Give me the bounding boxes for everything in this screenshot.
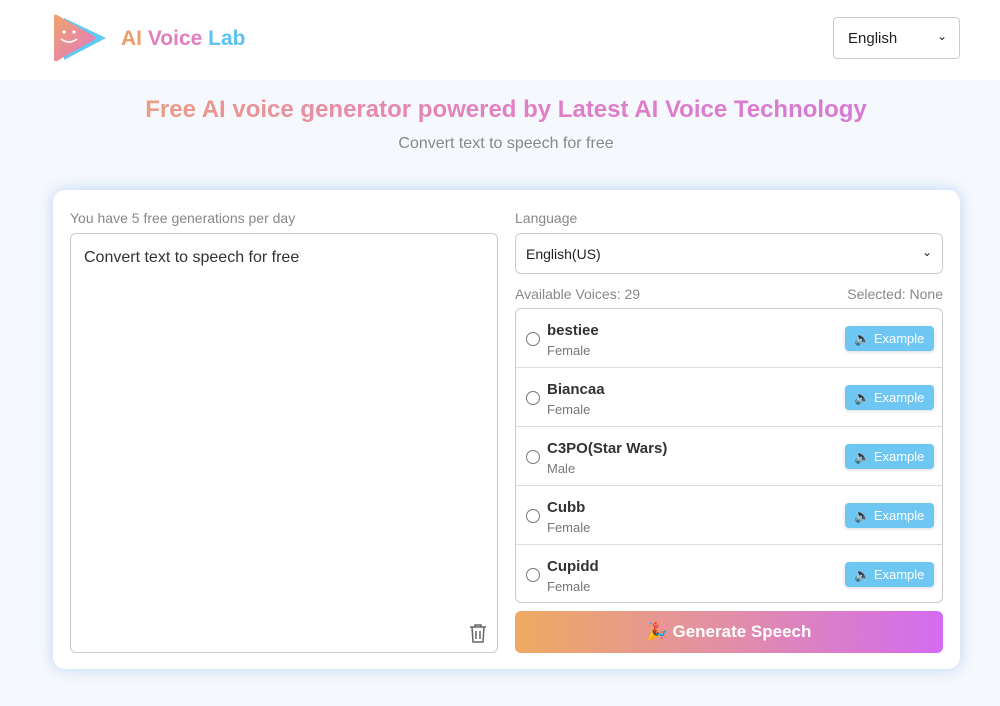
voice-radio[interactable] <box>526 391 540 405</box>
voice-name: C3PO(Star Wars) <box>547 440 668 457</box>
voice-radio[interactable] <box>526 568 540 582</box>
generate-speech-button[interactable]: 🎉 Generate Speech <box>515 611 943 653</box>
voice-gender: Male <box>547 461 576 476</box>
site-language-value: English <box>848 30 898 47</box>
text-input[interactable]: Convert text to speech for free <box>70 233 498 653</box>
voice-name: Biancaa <box>547 381 605 398</box>
voice-name: Cubb <box>547 499 586 516</box>
example-label: Example <box>873 449 925 464</box>
chevron-down-icon: ⌄ <box>921 245 932 259</box>
voice-item[interactable]: Cupidd Female 🔈 Example <box>516 545 942 602</box>
voice-item[interactable]: C3PO(Star Wars) Male 🔈 Example <box>516 427 942 486</box>
voice-name: bestiee <box>547 322 599 339</box>
voice-item[interactable]: Biancaa Female 🔈 Example <box>516 368 942 427</box>
example-label: Example <box>873 390 925 405</box>
selected-voice: Selected: None <box>847 286 943 302</box>
site-language-select[interactable]: English ⌄ <box>833 17 960 59</box>
speaker-icon: 🔈 <box>854 508 871 523</box>
speaker-icon: 🔈 <box>854 567 871 582</box>
voice-radio[interactable] <box>526 332 540 346</box>
generator-card: You have 5 free generations per day Conv… <box>53 190 960 669</box>
example-button[interactable]: 🔈 Example <box>845 385 934 410</box>
available-voices-count: Available Voices: 29 <box>515 286 641 302</box>
brand-ai: AI <box>121 27 142 50</box>
voice-item[interactable]: Cubb Female 🔈 Example <box>516 486 942 545</box>
voice-gender: Female <box>547 343 591 358</box>
trash-icon[interactable] <box>469 623 487 643</box>
brand-lab: Lab <box>208 27 246 50</box>
voice-name: Cupidd <box>547 558 599 575</box>
example-button[interactable]: 🔈 Example <box>845 326 934 351</box>
header: AI Voice Lab English ⌄ <box>0 0 1000 80</box>
text-input-value: Convert text to speech for free <box>84 249 300 266</box>
voice-radio[interactable] <box>526 450 540 464</box>
voice-language-value: English(US) <box>526 246 601 262</box>
example-button[interactable]: 🔈 Example <box>845 444 934 469</box>
voice-language-select[interactable]: English(US) ⌄ <box>515 233 943 274</box>
speaker-icon: 🔈 <box>854 390 871 405</box>
speaker-icon: 🔈 <box>854 449 871 464</box>
speaker-icon: 🔈 <box>854 331 871 346</box>
quota-label: You have 5 free generations per day <box>70 210 296 226</box>
chevron-down-icon: ⌄ <box>936 29 947 43</box>
example-label: Example <box>873 508 925 523</box>
voice-item[interactable]: bestiee Female 🔈 Example <box>516 309 942 368</box>
voice-list[interactable]: bestiee Female 🔈 Example Biancaa Female … <box>515 308 943 603</box>
voice-gender: Female <box>547 402 591 417</box>
example-button[interactable]: 🔈 Example <box>845 503 934 528</box>
brand-name: AI Voice Lab <box>121 27 246 51</box>
page-title: Free AI voice generator powered by Lates… <box>6 96 1000 124</box>
example-label: Example <box>873 567 925 582</box>
voice-gender: Female <box>547 579 591 594</box>
language-label: Language <box>515 210 578 226</box>
example-label: Example <box>873 331 925 346</box>
page-subtitle: Convert text to speech for free <box>398 135 614 152</box>
example-button[interactable]: 🔈 Example <box>845 562 934 587</box>
voice-radio[interactable] <box>526 509 540 523</box>
brand-voice: Voice <box>147 27 203 50</box>
voice-gender: Female <box>547 520 591 535</box>
logo-icon <box>54 14 106 62</box>
